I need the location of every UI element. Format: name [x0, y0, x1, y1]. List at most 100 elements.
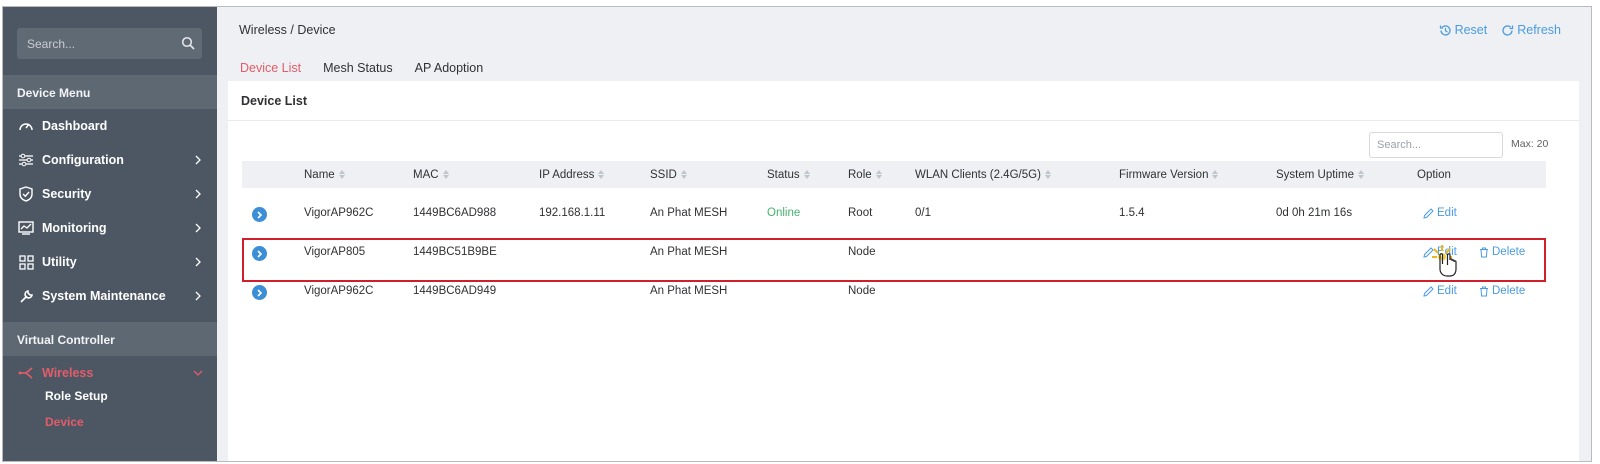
expand-row-icon[interactable]: [252, 285, 267, 300]
sidebar-item-dashboard[interactable]: Dashboard: [3, 109, 217, 143]
sidebar-subitem-device[interactable]: Device: [45, 415, 84, 429]
edit-button[interactable]: Edit: [1423, 207, 1457, 219]
grid-icon: [17, 253, 35, 271]
device-list-panel: Device List Search... Max: 20 Name MAC I…: [228, 81, 1579, 461]
delete-button[interactable]: Delete: [1479, 246, 1525, 258]
cell-ssid: An Phat MESH: [650, 285, 728, 297]
table-row[interactable]: VigorAP962C 1449BC6AD988 192.168.1.11 An…: [242, 195, 1546, 233]
column-header-label: System Uptime: [1276, 169, 1354, 181]
refresh-icon: [1502, 24, 1514, 36]
column-header-option: Option: [1417, 169, 1451, 181]
delete-label: Delete: [1492, 246, 1526, 258]
sort-icon: [803, 170, 810, 180]
column-header-ssid[interactable]: SSID: [650, 169, 687, 181]
history-icon: [1439, 24, 1451, 36]
reset-button[interactable]: Reset: [1439, 23, 1488, 37]
column-header-system-uptime[interactable]: System Uptime: [1276, 169, 1364, 181]
sidebar-item-monitoring[interactable]: Monitoring: [3, 211, 217, 245]
edit-button[interactable]: Edit: [1423, 285, 1457, 297]
sidebar-item-label: Monitoring: [42, 221, 107, 235]
app-window: Search... Device Menu Dashboard Configur…: [2, 6, 1592, 462]
dashboard-icon: [17, 117, 35, 135]
sidebar-subitem-role-setup[interactable]: Role Setup: [45, 389, 108, 403]
column-header-firmware-version[interactable]: Firmware Version: [1119, 169, 1219, 181]
sidebar-search-placeholder: Search...: [27, 37, 76, 51]
cell-ip-address: 192.168.1.11: [539, 207, 606, 219]
sort-icon: [598, 170, 605, 180]
trash-icon: [1480, 286, 1488, 296]
column-header-label: IP Address: [539, 169, 595, 181]
sort-icon: [875, 170, 882, 180]
cell-name: VigorAP962C: [304, 285, 374, 297]
cell-name: VigorAP962C: [304, 207, 374, 219]
column-header-label: SSID: [650, 169, 677, 181]
column-header-label: WLAN Clients (2.4G/5G): [915, 169, 1041, 181]
table-row[interactable]: VigorAP805 1449BC51B9BE An Phat MESH Nod…: [242, 234, 1546, 272]
chevron-right-icon: [195, 189, 201, 199]
sort-icon: [1212, 170, 1219, 180]
sidebar-item-configuration[interactable]: Configuration: [3, 143, 217, 177]
column-header-label: MAC: [413, 169, 439, 181]
wrench-icon: [17, 287, 35, 305]
sidebar: Search... Device Menu Dashboard Configur…: [3, 7, 217, 461]
sidebar-item-system-maintenance[interactable]: System Maintenance: [3, 279, 217, 313]
sidebar-item-label: Wireless: [42, 366, 94, 380]
refresh-button[interactable]: Refresh: [1501, 23, 1561, 37]
cell-uptime: 0d 0h 21m 16s: [1276, 207, 1353, 219]
sort-icon: [1357, 170, 1364, 180]
column-header-mac[interactable]: MAC: [413, 169, 449, 181]
sort-icon: [1044, 170, 1051, 180]
pencil-icon: [1423, 207, 1434, 219]
cell-status: Online: [767, 207, 801, 219]
delete-button[interactable]: Delete: [1479, 285, 1525, 297]
column-header-label: Status: [767, 169, 800, 181]
column-header-wlan-clients[interactable]: WLAN Clients (2.4G/5G): [915, 169, 1051, 181]
breadcrumb: Wireless / Device: [239, 23, 336, 37]
cell-mac: 1449BC6AD949: [413, 285, 497, 297]
column-header-label: Name: [304, 169, 335, 181]
table-row[interactable]: VigorAP962C 1449BC6AD949 An Phat MESH No…: [242, 273, 1546, 311]
main-content: Wireless / Device Reset Refresh Device L…: [217, 7, 1591, 461]
table-header: Name MAC IP Address SSID Status Role WLA…: [242, 161, 1546, 188]
hand-cursor-icon: [1432, 245, 1457, 277]
sidebar-item-label: Dashboard: [42, 119, 108, 133]
table-search-input[interactable]: Search...: [1369, 132, 1503, 158]
column-header-role[interactable]: Role: [848, 169, 882, 181]
chevron-right-icon: [195, 291, 201, 301]
expand-row-icon[interactable]: [252, 246, 267, 261]
search-icon[interactable]: [181, 36, 195, 50]
cell-mac: 1449BC51B9BE: [413, 246, 497, 258]
column-header-ip-address[interactable]: IP Address: [539, 169, 605, 181]
cell-mac: 1449BC6AD988: [413, 207, 497, 219]
pencil-icon: [1423, 285, 1434, 297]
sidebar-item-label: System Maintenance: [42, 289, 166, 303]
column-header-status[interactable]: Status: [767, 169, 810, 181]
sidebar-item-label: Utility: [42, 255, 77, 269]
chevron-right-icon: [195, 257, 201, 267]
cell-role: Root: [848, 207, 873, 219]
edit-label: Edit: [1437, 207, 1457, 219]
virtual-controller-heading: Virtual Controller: [3, 322, 217, 356]
cell-name: VigorAP805: [304, 246, 366, 258]
max-count-label: Max: 20: [1511, 138, 1549, 150]
column-header-label: Firmware Version: [1119, 169, 1209, 181]
sort-icon: [442, 170, 449, 180]
trash-icon: [1480, 247, 1488, 257]
column-header-name[interactable]: Name: [304, 169, 345, 181]
device-menu-heading: Device Menu: [3, 75, 217, 109]
edit-label: Edit: [1437, 285, 1457, 297]
expand-row-icon[interactable]: [252, 207, 267, 222]
cell-ssid: An Phat MESH: [650, 246, 728, 258]
cell-ssid: An Phat MESH: [650, 207, 728, 219]
sidebar-item-label: Security: [42, 187, 92, 201]
reset-label: Reset: [1454, 23, 1488, 37]
delete-label: Delete: [1492, 285, 1526, 297]
sidebar-item-utility[interactable]: Utility: [3, 245, 217, 279]
column-header-label: Role: [848, 169, 872, 181]
chevron-right-icon: [195, 155, 201, 165]
sidebar-item-security[interactable]: Security: [3, 177, 217, 211]
cell-wlan-clients: 0/1: [915, 207, 931, 219]
sidebar-search-input[interactable]: Search...: [17, 28, 202, 59]
sidebar-item-wireless[interactable]: Wireless: [3, 356, 217, 390]
cell-role: Node: [848, 285, 876, 297]
